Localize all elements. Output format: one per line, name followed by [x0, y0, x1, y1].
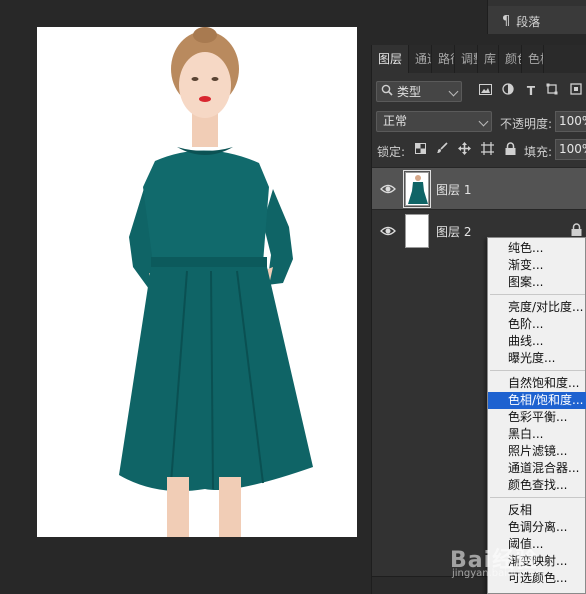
paragraph-button[interactable]: ¶ 段落 [502, 10, 540, 32]
fill-label: 填充: [524, 145, 553, 159]
menu-item[interactable]: 可选颜色... [488, 570, 586, 587]
lock-position-icon[interactable] [456, 142, 472, 158]
paragraph-panel-stub: ¶ 段落 [487, 0, 586, 34]
adjustment-filter-icon[interactable] [500, 83, 516, 99]
chevron-down-icon [478, 116, 489, 127]
menu-item[interactable]: 图案... [488, 274, 586, 291]
lock-transparent-icon[interactable] [412, 142, 428, 158]
paragraph-label: 段落 [516, 14, 541, 29]
search-icon [381, 84, 393, 99]
menu-separator [490, 497, 585, 498]
shape-filter-icon[interactable] [544, 83, 560, 99]
opacity-field[interactable]: 100% [555, 111, 586, 132]
lock-artboard-icon[interactable] [479, 142, 495, 158]
canvas-scroll-gutter [358, 0, 370, 594]
lock-label: 锁定: [377, 145, 406, 159]
panel-tabs: 图层 通道 路径 调整 库 颜色 色板 [372, 45, 586, 73]
layer-filter-row: 类型 T [372, 79, 586, 105]
tab-color[interactable]: 颜色 [499, 45, 523, 73]
menu-item[interactable]: 反相 [488, 502, 586, 519]
model-photo [119, 27, 313, 537]
tab-channels[interactable]: 通道 [409, 45, 433, 73]
layer-name: 图层 1 [436, 183, 472, 197]
filter-kind-select[interactable]: 类型 [376, 81, 462, 102]
menu-item[interactable]: 颜色查找... [488, 477, 586, 494]
pilcrow-icon: ¶ [502, 13, 511, 29]
menu-item[interactable]: 照片滤镜... [488, 443, 586, 460]
lock-icon [571, 223, 583, 237]
menu-item[interactable]: 渐变... [488, 257, 586, 274]
eye-icon[interactable] [380, 223, 396, 239]
menu-item[interactable]: 通道混合器... [488, 460, 586, 477]
type-filter-icon[interactable]: T [523, 83, 539, 99]
menu-item[interactable]: 曲线... [488, 333, 586, 350]
layer-thumbnail[interactable] [405, 214, 429, 248]
layer-thumbnail[interactable] [403, 170, 431, 208]
panel-strip [488, 0, 586, 6]
chevron-down-icon [448, 86, 459, 97]
menu-item[interactable]: 亮度/对比度... [488, 299, 586, 316]
blend-mode-value: 正常 [383, 114, 408, 128]
layer-name: 图层 2 [436, 225, 472, 239]
fill-field[interactable]: 100% [555, 139, 586, 160]
menu-item[interactable]: 色调分离... [488, 519, 586, 536]
layer-row-1[interactable]: 图层 1 [372, 167, 586, 209]
menu-item[interactable]: 自然饱和度... [488, 375, 586, 392]
menu-item[interactable]: 色相/饱和度... [488, 392, 586, 409]
lock-paint-icon[interactable] [434, 142, 450, 158]
opacity-label: 不透明度: [500, 117, 553, 131]
blend-row: 正常 不透明度: 100% [372, 109, 586, 135]
blend-mode-select[interactable]: 正常 [376, 111, 492, 132]
menu-item[interactable]: 色彩平衡... [488, 409, 586, 426]
canvas-area [0, 0, 370, 594]
tab-paths[interactable]: 路径 [432, 45, 456, 73]
filter-kind-label: 类型 [397, 85, 422, 99]
tab-libraries[interactable]: 库 [478, 45, 500, 73]
menu-item[interactable]: 曝光度... [488, 350, 586, 367]
menu-separator [490, 294, 585, 295]
tab-adjustments[interactable]: 调整 [455, 45, 479, 73]
adjustment-layer-menu: 纯色... 渐变... 图案... 亮度/对比度... 色阶... 曲线... 曝光度...… [487, 237, 586, 594]
lock-all-icon[interactable] [502, 142, 518, 158]
image-filter-icon[interactable] [477, 83, 493, 99]
eye-icon[interactable] [380, 181, 396, 197]
menu-item[interactable]: 渐变映射... [488, 553, 586, 570]
menu-item[interactable]: 阈值... [488, 536, 586, 553]
menu-item[interactable]: 黑白... [488, 426, 586, 443]
tab-layers[interactable]: 图层 [372, 45, 410, 73]
menu-item[interactable]: 纯色... [488, 240, 586, 257]
document-canvas[interactable] [37, 27, 357, 537]
smartobject-filter-icon[interactable] [568, 83, 584, 99]
tab-swatches[interactable]: 色板 [522, 45, 545, 73]
lock-row: 锁定: 填充: 100% [372, 139, 586, 163]
menu-item[interactable]: 色阶... [488, 316, 586, 333]
menu-separator [490, 370, 585, 371]
